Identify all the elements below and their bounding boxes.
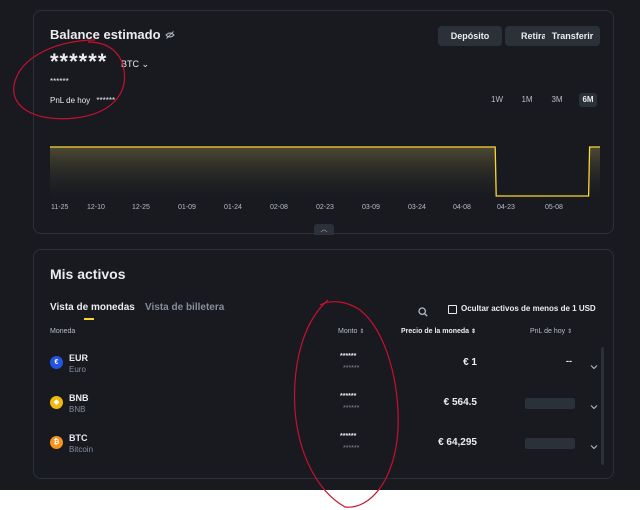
asset-price: € 1 (463, 357, 477, 368)
scrollbar[interactable] (601, 347, 604, 465)
chevron-down-icon[interactable] (590, 397, 598, 415)
x-tick-label: 05-08 (545, 204, 563, 211)
range-3m[interactable]: 3M (550, 93, 564, 107)
balance-title-label: Balance estimado (50, 27, 161, 42)
asset-row[interactable]: ₿ BTC Bitcoin ****** ****** € 64,295 (34, 427, 615, 467)
column-pnl: PnL de hoy (530, 328, 566, 335)
assets-title: Mis activos (50, 266, 126, 282)
chevron-down-icon[interactable] (590, 357, 598, 375)
pnl-placeholder (525, 398, 575, 409)
asset-name: BNB (69, 405, 86, 414)
x-tick-label: 12-10 (87, 204, 105, 211)
asset-amount-fiat: ****** (343, 405, 360, 412)
column-price-header[interactable]: Precio de la moneda ⇕ (401, 328, 476, 335)
asset-amount: ****** (340, 393, 357, 400)
chevron-down-icon[interactable] (590, 437, 598, 455)
x-tick-label: 02-23 (316, 204, 334, 211)
asset-price: € 64,295 (438, 437, 477, 448)
tab-coin-view[interactable]: Vista de monedas (50, 302, 135, 313)
asset-row[interactable]: ◆ BNB BNB ****** ****** € 564.5 (34, 387, 615, 427)
asset-symbol: BNB (69, 393, 89, 403)
range-1w[interactable]: 1W (490, 93, 504, 107)
currency-label: BTC (121, 59, 139, 69)
bnb-icon: ◆ (50, 396, 63, 409)
asset-symbol: EUR (69, 353, 89, 363)
transfer-button[interactable]: Transferir (545, 26, 600, 46)
column-amount: Monto (338, 328, 358, 335)
x-tick-label: 03-24 (408, 204, 426, 211)
active-tab-indicator (84, 318, 94, 320)
range-6m[interactable]: 6M (579, 93, 597, 107)
assets-card: Mis activos Vista de monedas Vista de bi… (33, 249, 614, 479)
bitcoin-icon: ₿ (50, 436, 63, 449)
x-tick-label: 03-09 (362, 204, 380, 211)
hidden-fiat-balance: ****** (50, 77, 69, 86)
column-amount-header[interactable]: Monto ⇕ (338, 328, 364, 335)
x-tick-label: 04-08 (453, 204, 471, 211)
asset-amount-fiat: ****** (343, 365, 360, 372)
asset-name: Euro (69, 365, 86, 374)
x-tick-label: 11-25 (51, 204, 69, 211)
balance-card: Balance estimado ****** BTC ⌄ ****** PnL… (33, 10, 614, 235)
balance-chart (50, 146, 600, 199)
pnl-label: PnL de hoy (50, 96, 91, 105)
pnl-today: PnL de hoy ****** (50, 96, 115, 105)
hide-small-assets-label: Ocultar activos de menos de 1 USD (461, 304, 596, 313)
search-icon[interactable] (418, 304, 428, 322)
asset-price: € 564.5 (443, 397, 477, 408)
asset-amount: ****** (340, 353, 357, 360)
deposit-button[interactable]: Depósito (438, 26, 502, 46)
asset-row[interactable]: € EUR Euro ****** ****** € 1 -- (34, 347, 615, 387)
sort-icon: ⇕ (471, 329, 477, 335)
pnl-value: ****** (96, 96, 116, 105)
asset-name: Bitcoin (69, 445, 94, 454)
pnl-value: -- (566, 356, 572, 366)
pnl-placeholder (525, 438, 575, 449)
balance-title: Balance estimado (50, 27, 175, 42)
range-1m[interactable]: 1M (520, 93, 534, 107)
currency-selector[interactable]: BTC ⌄ (121, 59, 149, 70)
chevron-down-icon: ⌄ (141, 59, 150, 69)
column-coin: Moneda (50, 328, 76, 335)
collapse-chart-button[interactable]: ︿ (314, 224, 334, 235)
hidden-balance: ****** (50, 49, 108, 74)
sort-icon: ⇕ (567, 329, 573, 335)
chevron-up-icon: ︿ (320, 226, 328, 233)
asset-symbol: BTC (69, 433, 88, 443)
column-price: Precio de la moneda (401, 328, 470, 335)
column-pnl-header[interactable]: PnL de hoy ⇕ (530, 328, 572, 335)
sort-icon: ⇕ (359, 329, 365, 335)
x-tick-label: 02-08 (270, 204, 288, 211)
euro-icon: € (50, 356, 63, 369)
x-tick-label: 01-09 (178, 204, 196, 211)
eye-slash-icon[interactable] (164, 30, 175, 39)
x-tick-label: 12-25 (132, 204, 150, 211)
tab-wallet-view[interactable]: Vista de billetera (145, 302, 224, 313)
hide-small-assets-checkbox[interactable] (448, 305, 457, 314)
asset-amount: ****** (340, 433, 357, 440)
x-tick-label: 04-23 (497, 204, 515, 211)
asset-amount-fiat: ****** (343, 445, 360, 452)
chart-area (50, 147, 600, 199)
x-tick-label: 01-24 (224, 204, 242, 211)
